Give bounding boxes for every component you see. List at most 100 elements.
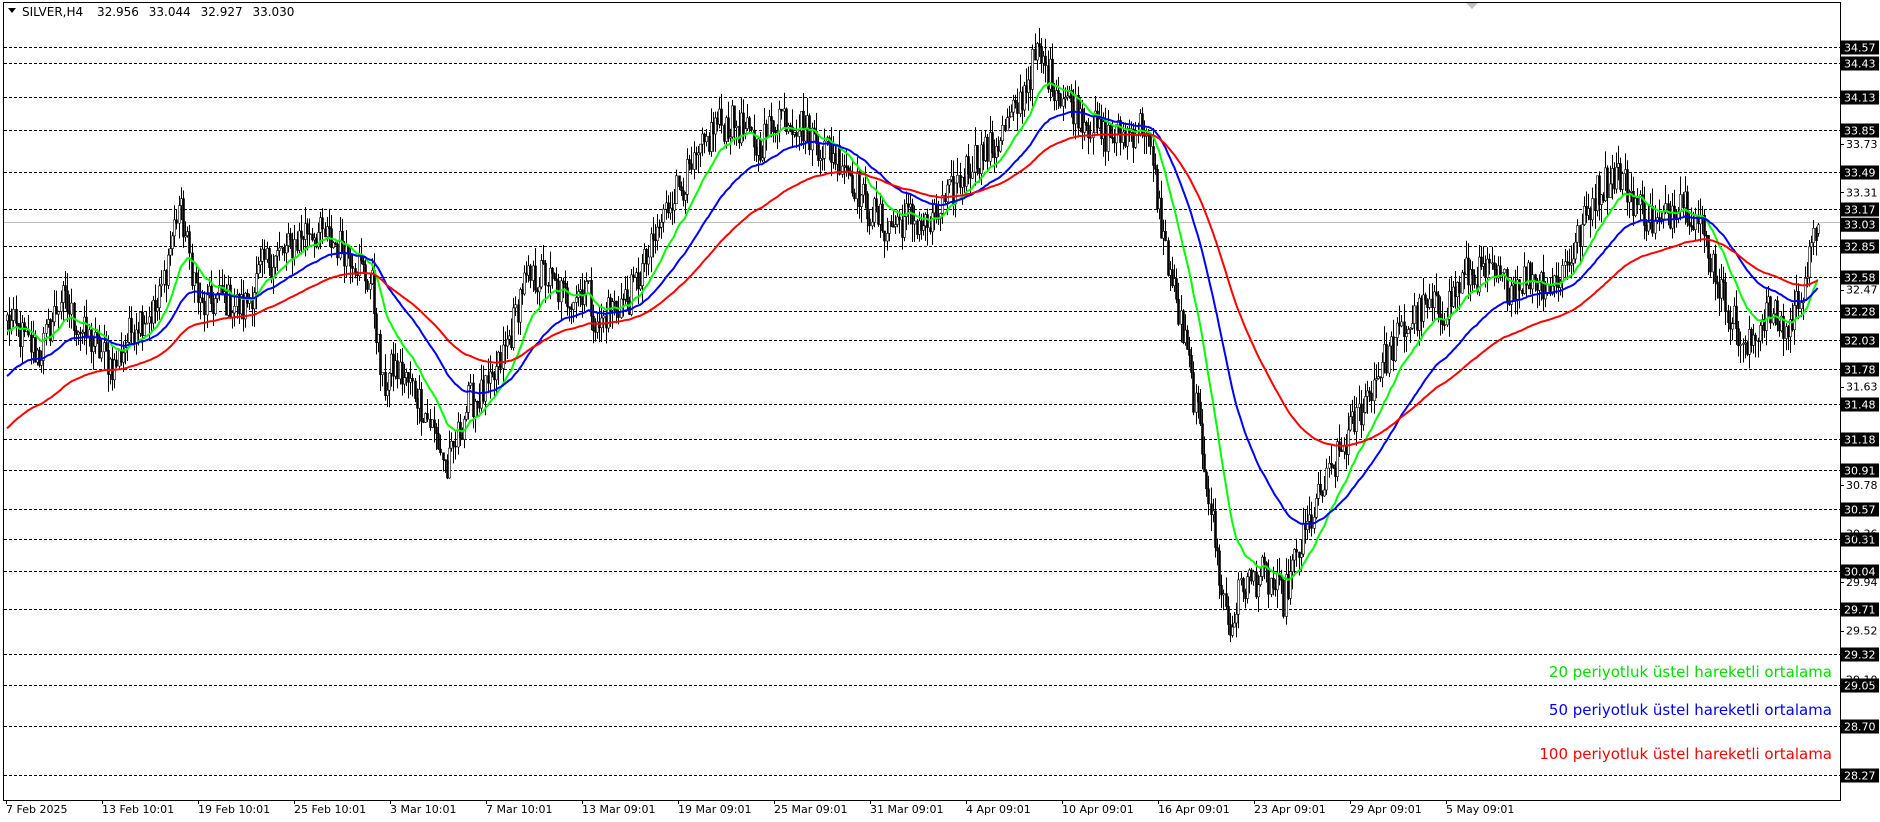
candle-body	[1671, 205, 1674, 229]
candle-body	[167, 254, 170, 286]
candle-body	[1403, 321, 1406, 337]
candle-body	[1107, 125, 1110, 152]
scale-label: 29.10	[1846, 673, 1878, 686]
candle-body	[369, 283, 372, 290]
candle-body	[602, 315, 605, 319]
time-label: 4 Apr 09:01	[966, 803, 1031, 816]
candle-body	[85, 316, 88, 339]
candle-body	[1750, 329, 1753, 346]
open-value: 32.956	[97, 5, 139, 19]
candle-body	[860, 194, 863, 207]
candle-body	[115, 359, 118, 367]
candle-body	[154, 299, 157, 312]
candle-body	[1594, 198, 1597, 212]
candle-body	[1757, 340, 1760, 342]
candle-body	[705, 136, 708, 143]
candle-body	[68, 310, 71, 315]
candle-body	[1420, 297, 1423, 322]
candle-body	[152, 299, 155, 324]
candle-body	[1752, 334, 1755, 346]
candle-body	[1585, 205, 1588, 216]
candle-body	[212, 303, 215, 315]
time-label: 7 Mar 10:01	[486, 803, 552, 816]
candle-body	[1353, 411, 1356, 432]
candle-body	[1089, 137, 1092, 139]
candle-body	[1244, 591, 1247, 599]
candle-body	[45, 324, 48, 334]
candle-body	[1394, 337, 1397, 362]
candle-body	[1737, 328, 1740, 347]
candle-body	[160, 283, 163, 287]
candle-body	[772, 120, 775, 133]
candle-body	[1795, 291, 1798, 306]
candle-body	[1754, 334, 1757, 341]
candle-body	[1456, 282, 1459, 298]
candle-body	[173, 219, 176, 237]
price-chart[interactable]: SILVER,H4 32.956 33.044 32.927 33.030 34…	[0, 0, 1880, 822]
candle-body	[366, 280, 369, 290]
candle-body	[1347, 429, 1350, 455]
time-label: 25 Mar 09:01	[774, 803, 847, 816]
candle-body	[744, 128, 747, 134]
candle-body	[1231, 626, 1234, 636]
candle-body	[1085, 122, 1088, 126]
candle-body	[184, 235, 187, 238]
candle-body	[1062, 98, 1065, 107]
candle-body	[403, 377, 406, 385]
level-label: 28.70	[1844, 721, 1876, 734]
candle-body	[193, 272, 196, 286]
candle-body	[641, 263, 644, 287]
candle-body	[293, 239, 296, 259]
candle-body	[73, 302, 76, 331]
candle-body	[868, 218, 871, 227]
candle-body	[804, 129, 807, 142]
candle-body	[864, 183, 867, 195]
candle-body	[1624, 169, 1627, 175]
candle-body	[1682, 194, 1685, 208]
candle-body	[1518, 279, 1521, 291]
candle-body	[1413, 305, 1416, 324]
candle-body	[1109, 125, 1112, 138]
candle-body	[1712, 253, 1715, 273]
candle-body	[1362, 412, 1365, 426]
candle-body	[1454, 286, 1457, 298]
candle-body	[1583, 205, 1586, 225]
candle-body	[203, 300, 206, 316]
candle-body	[652, 233, 655, 240]
candle-body	[1218, 550, 1221, 586]
candle-body	[615, 300, 618, 312]
candle-body	[60, 302, 63, 312]
candle-body	[562, 280, 565, 284]
candle-body	[1452, 286, 1455, 307]
candle-body	[263, 248, 266, 260]
candle-body	[890, 221, 893, 227]
level-label: 31.18	[1844, 434, 1876, 447]
candle-body	[1793, 305, 1796, 331]
candle-body	[1360, 403, 1363, 426]
candle-body	[883, 230, 886, 242]
candle-body	[12, 309, 15, 321]
candle-body	[103, 342, 106, 353]
candle-body	[1433, 291, 1436, 309]
candle-body	[956, 174, 959, 184]
candle-body	[1214, 510, 1217, 548]
candle-body	[1596, 175, 1599, 212]
candle-body	[253, 292, 256, 310]
candle-body	[564, 283, 567, 289]
candle-body	[1340, 449, 1343, 452]
candle-body	[175, 219, 178, 224]
candle-body	[1557, 277, 1560, 288]
candle-body	[64, 285, 67, 292]
candle-body	[1034, 48, 1037, 61]
candle-body	[735, 125, 738, 128]
candle-body	[1600, 194, 1603, 205]
candle-body	[336, 243, 339, 259]
candle-body	[467, 385, 470, 413]
candle-body	[150, 316, 153, 324]
candle-body	[1418, 297, 1421, 331]
candle-body	[1572, 258, 1575, 264]
candle-body	[1175, 278, 1178, 300]
candle-body	[1428, 298, 1431, 308]
chart-background	[0, 0, 1880, 822]
candle-body	[1486, 258, 1489, 279]
